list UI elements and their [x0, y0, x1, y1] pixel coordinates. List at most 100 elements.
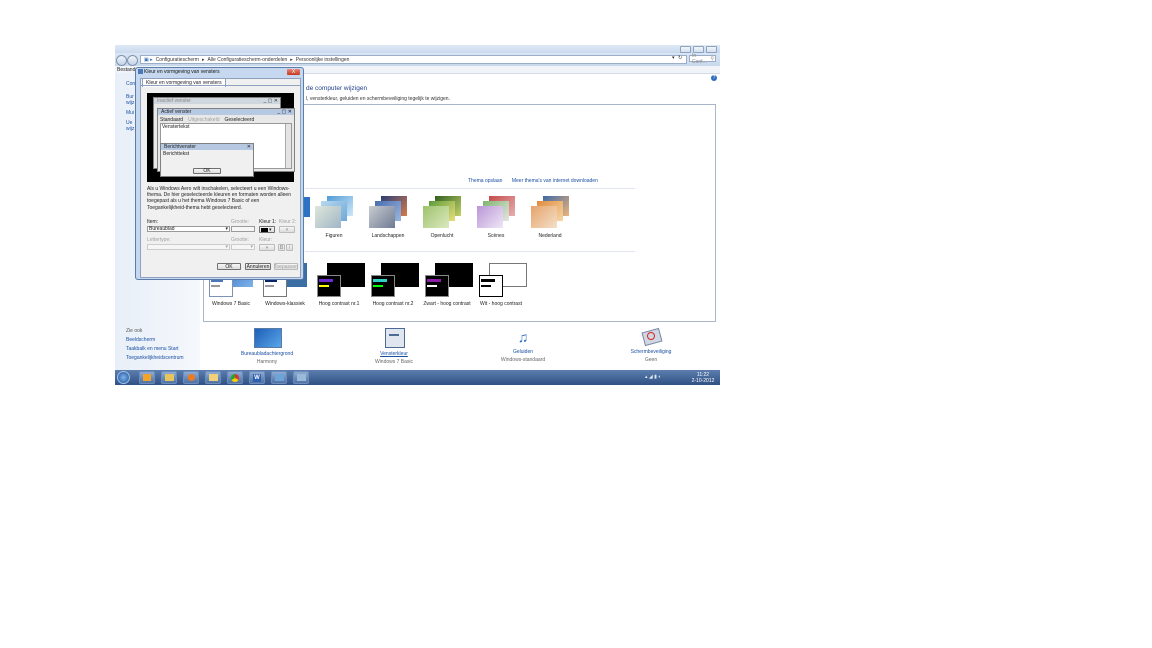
- screensaver-icon: [638, 327, 664, 347]
- color1-picker[interactable]: ▾: [259, 226, 275, 233]
- folder-icon[interactable]: [205, 371, 221, 384]
- see-also-taskbar[interactable]: Taakbalk en menu Start: [126, 346, 179, 352]
- message-text: Berichttekst: [163, 151, 190, 157]
- back-button[interactable]: [116, 55, 127, 66]
- active-window-title: Actief venster _ ▢ ✕: [158, 109, 294, 115]
- left-item-4[interactable]: Mui: [126, 110, 134, 116]
- clock-date[interactable]: 2-10-2012: [690, 378, 716, 384]
- basic-theme-hc2[interactable]: Hoog contrast nr.2: [371, 263, 419, 307]
- item-label: Item:: [147, 219, 159, 225]
- breadcrumb-2[interactable]: Alle Configuratiescherm-onderdelen: [208, 57, 288, 63]
- inactive-window-label: Inactief venster: [157, 98, 191, 104]
- basic-theme-hc1[interactable]: Hoog contrast nr.1: [317, 263, 365, 307]
- more-themes-link[interactable]: Meer thema's van internet downloaden: [512, 178, 598, 184]
- sounds-value: Windows-standaard: [500, 357, 546, 363]
- refresh-icon[interactable]: ↻: [678, 55, 682, 61]
- screensaver-setting[interactable]: Schermbeveiliging Geen: [616, 327, 686, 363]
- cancel-button[interactable]: Annuleren: [245, 263, 271, 270]
- ok-button[interactable]: OK: [217, 263, 241, 270]
- window-text-label: Venstertekst: [162, 124, 190, 130]
- basic-theme-white-hc[interactable]: Wit - hoog contrast: [479, 263, 527, 307]
- navigation-bar: ▣ ▸ Configuratiescherm ▸ Alle Configurat…: [115, 53, 720, 66]
- aero-theme-openlucht[interactable]: Openlucht: [423, 196, 468, 239]
- breadcrumb-3[interactable]: Persoonlijke instellingen: [296, 57, 350, 63]
- sounds-icon: ♫: [517, 329, 529, 345]
- dialog-description: Als u Windows Aero wilt inschakelen, sel…: [147, 186, 291, 211]
- appearance-preview[interactable]: Inactief venster _ ▢ ✕ Actief venster _ …: [147, 93, 295, 182]
- font-size-label: Grootte:: [231, 237, 250, 243]
- left-item-1[interactable]: Con: [126, 81, 135, 87]
- message-box-preview: Berichtvenster ✕ Berichttekst OK: [160, 143, 254, 177]
- explorer-icon[interactable]: [161, 371, 177, 384]
- theme-label: Wit - hoog contrast: [480, 301, 522, 307]
- word-icon[interactable]: W: [249, 371, 265, 384]
- help-icon[interactable]: ?: [711, 75, 717, 81]
- breadcrumb-1[interactable]: Configuratiescherm: [156, 57, 199, 63]
- window-buttons-icon: _ ▢ ✕: [263, 98, 278, 104]
- search-placeholder: In Conf...: [692, 52, 707, 65]
- sounds-label[interactable]: Geluiden: [488, 349, 558, 355]
- size-label: Grootte:: [231, 219, 250, 225]
- window-color-label[interactable]: Vensterkleur: [359, 351, 429, 357]
- wallpaper-value: Harmony: [256, 359, 278, 365]
- font-color-picker[interactable]: ▾: [259, 244, 275, 251]
- active-window-preview: Actief venster _ ▢ ✕ Standaard Uitgescha…: [157, 108, 295, 177]
- font-label: Lettertype:: [147, 237, 171, 243]
- forward-button[interactable]: [127, 55, 138, 66]
- theme-thumb: [371, 263, 419, 298]
- apply-button[interactable]: Toepassen: [274, 263, 298, 270]
- aero-theme-nederland[interactable]: Nederland: [531, 196, 576, 239]
- font-size-select[interactable]: ▾: [231, 244, 255, 250]
- basic-theme-black-hc[interactable]: Zwart - hoog contrast: [423, 263, 473, 307]
- see-also-display[interactable]: Beeldscherm: [126, 337, 155, 343]
- italic-button[interactable]: I: [286, 244, 293, 251]
- dialog-body: Kleur en vormgeving van vensters Inactie…: [140, 78, 301, 278]
- close-icon: X: [291, 69, 296, 75]
- dialog-title: Kleur en vormgeving van vensters: [144, 69, 220, 75]
- remote-desktop-icon[interactable]: [271, 371, 287, 384]
- wallpaper-icon: [254, 328, 282, 348]
- left-item-3[interactable]: wijz: [126, 100, 134, 106]
- left-item-6[interactable]: wijz: [126, 126, 134, 132]
- dropdown-arrow-icon[interactable]: ▾: [672, 55, 675, 61]
- theme-label: Nederland: [538, 233, 562, 239]
- see-also-accessibility[interactable]: Toegankelijkheidscentrum: [126, 355, 184, 361]
- dialog-app-icon: [138, 69, 143, 74]
- outlook-icon[interactable]: [139, 371, 155, 384]
- theme-label: Scènes: [487, 233, 505, 239]
- minimize-button[interactable]: [680, 46, 691, 53]
- size-stepper[interactable]: [231, 226, 255, 232]
- color2-picker[interactable]: ▾: [279, 226, 295, 233]
- item-select[interactable]: Bureaublad ▾: [147, 226, 230, 232]
- aero-theme-landschappen[interactable]: Landschappen: [369, 196, 414, 239]
- wallpaper-label[interactable]: Bureaubladachtergrond: [232, 351, 302, 357]
- font-select[interactable]: ▾: [147, 244, 230, 250]
- screensaver-label[interactable]: Schermbeveiliging: [616, 349, 686, 355]
- media-player-icon[interactable]: [183, 371, 199, 384]
- aero-theme-scenes[interactable]: Scènes: [477, 196, 522, 239]
- window-color-value: Windows 7 Basic: [374, 359, 414, 365]
- sounds-setting[interactable]: ♫ Geluiden Windows-standaard: [488, 328, 558, 363]
- dialog-close-button[interactable]: X: [287, 69, 300, 75]
- item-value: Bureaublad: [149, 226, 175, 232]
- search-input[interactable]: In Conf... ⚲: [689, 52, 716, 65]
- window-color-dialog: Kleur en vormgeving van vensters X Kleur…: [135, 67, 304, 280]
- theme-thumb: [531, 196, 569, 228]
- search-icon: ⚲: [710, 55, 714, 62]
- breadcrumb-sep-2: ▸: [290, 56, 293, 63]
- control-panel-icon[interactable]: [293, 371, 309, 384]
- window-color-setting[interactable]: Vensterkleur Windows 7 Basic: [359, 328, 429, 365]
- save-theme-link[interactable]: Thema opslaan: [468, 178, 502, 184]
- theme-thumb: [423, 196, 461, 228]
- theme-thumb: [315, 196, 353, 228]
- aero-theme-figuren[interactable]: Figuren: [315, 196, 360, 239]
- tray-icons[interactable]: ▴ ◢ ▮ ◐: [645, 374, 661, 380]
- windows-orb-icon[interactable]: [117, 371, 130, 384]
- address-bar[interactable]: ▣ ▸ Configuratiescherm ▸ Alle Configurat…: [140, 55, 687, 64]
- bold-button[interactable]: B: [278, 244, 285, 251]
- wallpaper-setting[interactable]: Bureaubladachtergrond Harmony: [232, 328, 302, 365]
- chrome-icon[interactable]: [227, 371, 243, 384]
- taskbar: W ▴ ◢ ▮ ◐ 11:22 2-10-2012: [115, 370, 720, 385]
- theme-label: Windows-klassiek: [265, 301, 305, 307]
- title-bar: [115, 45, 720, 53]
